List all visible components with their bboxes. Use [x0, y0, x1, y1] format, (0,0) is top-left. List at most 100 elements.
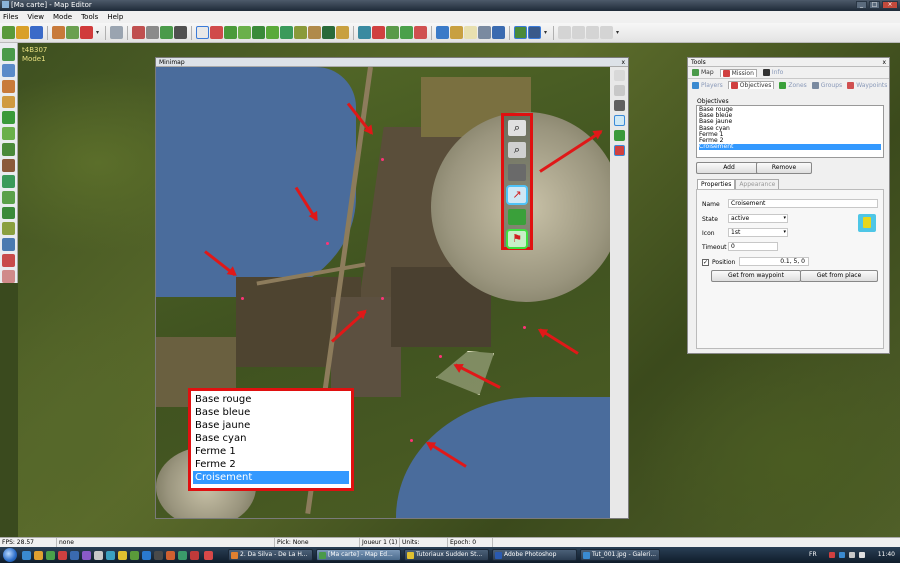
quicklaunch-icon[interactable]	[190, 551, 199, 560]
tool-plant-icon[interactable]	[400, 26, 414, 39]
subtab-zones[interactable]: Zones	[779, 81, 807, 89]
tool-bridge-icon[interactable]	[336, 26, 350, 39]
tool-minimap-icon[interactable]	[514, 26, 528, 39]
volume-icon[interactable]	[859, 552, 865, 558]
tool-red-icon[interactable]	[210, 26, 224, 39]
tool-grass-icon[interactable]	[224, 26, 238, 39]
left-tool-grass-icon[interactable]	[2, 127, 15, 141]
subtab-groups[interactable]: Groups	[811, 81, 842, 89]
undo-icon[interactable]	[110, 26, 124, 39]
left-tool-hedge-icon[interactable]	[2, 222, 15, 236]
run-icon[interactable]	[80, 26, 93, 39]
quicklaunch-icon[interactable]	[46, 551, 55, 560]
tray-icon[interactable]	[839, 552, 845, 558]
tool-tools-icon[interactable]	[528, 26, 542, 39]
quicklaunch-icon[interactable]	[58, 551, 67, 560]
clock[interactable]: 11:40	[878, 547, 895, 563]
quicklaunch-icon[interactable]	[94, 551, 103, 560]
zoom-in-icon[interactable]	[614, 70, 625, 81]
show-arrows-icon[interactable]	[614, 115, 625, 126]
quicklaunch-icon[interactable]	[178, 551, 187, 560]
new-map-icon[interactable]	[2, 26, 15, 39]
tool-hedge-icon[interactable]	[294, 26, 308, 39]
left-tool-car-icon[interactable]	[2, 159, 15, 172]
tools-close-button[interactable]: x	[882, 58, 886, 67]
left-tool-tree-icon[interactable]	[2, 174, 15, 188]
position-checkbox[interactable]: ✓	[702, 259, 709, 266]
minimap-close-button[interactable]: x	[621, 58, 625, 67]
left-tool-grid-icon[interactable]	[2, 111, 15, 125]
checker-icon[interactable]	[174, 26, 188, 39]
tray-icon[interactable]	[829, 552, 835, 558]
taskbar-item-active[interactable]: [Ma carte] - Map Ed...	[316, 549, 401, 561]
left-tool-bush-icon[interactable]	[2, 190, 15, 204]
subtab-players[interactable]: Players	[692, 81, 723, 89]
language-indicator[interactable]: FR	[809, 547, 817, 563]
tool-river-icon[interactable]	[322, 26, 336, 39]
remove-objective-button[interactable]: Remove	[756, 162, 812, 174]
quicklaunch-icon[interactable]	[82, 551, 91, 560]
get-from-waypoint-button[interactable]: Get from waypoint	[711, 270, 801, 282]
menu-help[interactable]: Help	[107, 13, 123, 21]
tool-view-icon[interactable]	[492, 26, 506, 39]
quicklaunch-icon[interactable]	[70, 551, 79, 560]
tool-note-icon[interactable]	[450, 26, 464, 39]
tool-road-icon[interactable]	[308, 26, 322, 39]
zoom-out-icon[interactable]	[614, 85, 625, 96]
quicklaunch-icon[interactable]	[204, 551, 213, 560]
tab-mission[interactable]: Mission	[719, 68, 757, 77]
show-objectives-icon[interactable]	[614, 145, 625, 156]
taskbar-item[interactable]: Tutoriaux Sudden St...	[404, 549, 489, 561]
left-tool-field-icon[interactable]	[2, 143, 15, 157]
close-button[interactable]: ×	[882, 1, 898, 9]
menu-tools[interactable]: Tools	[81, 13, 98, 21]
objectives-list[interactable]: Base rouge Base bleue Base jaune Base cy…	[696, 105, 884, 158]
tool-flag-icon[interactable]	[414, 26, 428, 39]
objective-item-selected[interactable]: Croisement	[699, 144, 881, 151]
quicklaunch-icon[interactable]	[154, 551, 163, 560]
menu-view[interactable]: View	[27, 13, 44, 21]
subtab-waypoints[interactable]: Waypoints	[847, 81, 887, 89]
import-icon[interactable]	[52, 26, 65, 39]
tab-appearance[interactable]: Appearance	[735, 179, 780, 189]
position-field[interactable]: 0.1, 5, 0	[739, 257, 809, 266]
quicklaunch-icon[interactable]	[22, 551, 31, 560]
tool-sign-icon[interactable]	[464, 26, 478, 39]
left-tool-layer-icon[interactable]	[2, 48, 15, 61]
waypoint-marker[interactable]	[326, 242, 329, 245]
terrain-icon[interactable]	[160, 26, 174, 39]
quicklaunch-icon[interactable]	[106, 551, 115, 560]
tab-map[interactable]: Map	[692, 69, 714, 76]
tool-fire-icon[interactable]	[372, 26, 386, 39]
quicklaunch-icon[interactable]	[118, 551, 127, 560]
brush-icon[interactable]	[146, 26, 160, 39]
waypoint-marker[interactable]	[381, 297, 384, 300]
left-tool-building-icon[interactable]	[2, 95, 15, 109]
open-folder-icon[interactable]	[16, 26, 29, 39]
tool-bush-icon[interactable]	[280, 26, 294, 39]
left-tool-target-icon[interactable]	[2, 254, 15, 268]
state-select[interactable]: active ▾	[728, 214, 788, 223]
export-icon[interactable]	[66, 26, 79, 39]
maximize-button[interactable]: □	[869, 1, 880, 9]
left-tool-unit-icon[interactable]	[2, 238, 15, 252]
tool-doc-icon[interactable]	[436, 26, 450, 39]
tab-properties[interactable]: Properties	[697, 179, 736, 189]
add-objective-button[interactable]: Add	[696, 162, 762, 174]
tool-building-icon[interactable]	[386, 26, 400, 39]
tab-info[interactable]: Info	[762, 69, 783, 76]
quicklaunch-icon[interactable]	[130, 551, 139, 560]
left-tool-house-icon[interactable]	[2, 79, 15, 93]
get-from-place-button[interactable]: Get from place	[800, 270, 878, 282]
waypoint-marker[interactable]	[381, 158, 384, 161]
icon-select[interactable]: 1st ▾	[728, 228, 788, 237]
paint-icon[interactable]	[132, 26, 146, 39]
taskbar-item[interactable]: Tut_001.jpg - Galeri...	[580, 549, 660, 561]
show-zones-icon[interactable]	[614, 130, 625, 141]
tool-unit-icon[interactable]	[358, 26, 372, 39]
taskbar-item[interactable]: Adobe Photoshop	[492, 549, 577, 561]
name-field[interactable]: Croisement	[728, 199, 878, 208]
waypoint-marker[interactable]	[241, 297, 244, 300]
taskbar-item[interactable]: 2. Da Silva - De La H...	[228, 549, 313, 561]
select-pointer-icon[interactable]	[196, 26, 210, 39]
